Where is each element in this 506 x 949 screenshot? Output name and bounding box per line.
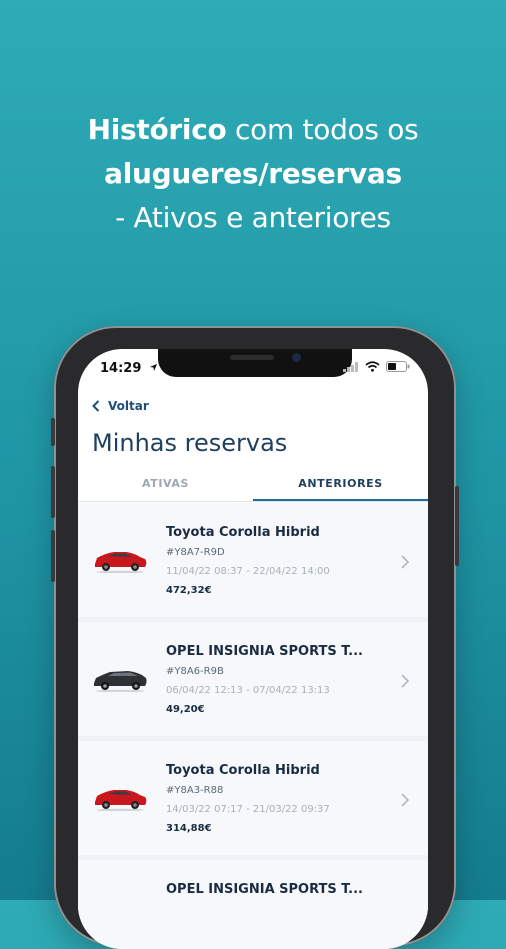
tab-divider bbox=[78, 501, 428, 502]
headline-text-3: - Ativos e anteriores bbox=[115, 201, 391, 234]
car-model: Toyota Corolla Hibrid bbox=[166, 763, 320, 778]
headline-bold-2: alugueres/reservas bbox=[104, 157, 402, 190]
car-model: OPEL INSIGNIA SPORTS T... bbox=[166, 644, 363, 659]
headline: Histórico com todos os alugueres/reserva… bbox=[0, 108, 506, 240]
phone-screen: 14:29 Voltar Minhas reservas ATIVAS ANTE… bbox=[78, 349, 428, 949]
wifi-icon bbox=[365, 361, 380, 372]
status-time-text: 14:29 bbox=[100, 361, 142, 376]
reservation-dates: 14/03/22 07:17 - 21/03/22 09:37 bbox=[166, 804, 330, 815]
chevron-left-icon bbox=[92, 400, 100, 412]
car-thumbnail-icon bbox=[95, 790, 147, 811]
reservation-card[interactable]: Toyota Corolla Hibrid #Y8A7-R9D 11/04/22… bbox=[78, 503, 428, 617]
reservation-code: #Y8A6-R9B bbox=[166, 666, 224, 677]
car-model: Toyota Corolla Hibrid bbox=[166, 525, 320, 540]
tab-bar: ATIVAS ANTERIORES bbox=[78, 469, 428, 501]
reservation-dates: 06/04/22 12:13 - 07/04/22 13:13 bbox=[166, 685, 330, 696]
chevron-right-icon bbox=[401, 793, 410, 807]
tab-anteriores[interactable]: ANTERIORES bbox=[253, 469, 428, 501]
status-time: 14:29 bbox=[100, 361, 158, 376]
location-arrow-icon bbox=[149, 363, 158, 372]
chevron-right-icon bbox=[401, 674, 410, 688]
page-title: Minhas reservas bbox=[92, 429, 288, 457]
signal-icon bbox=[343, 361, 358, 372]
headline-bold-1: Histórico bbox=[87, 113, 227, 146]
reservation-card[interactable]: OPEL INSIGNIA SPORTS T... bbox=[78, 860, 428, 949]
reservation-price: 49,20€ bbox=[166, 704, 205, 715]
car-thumbnail-icon bbox=[94, 671, 147, 692]
car-model: OPEL INSIGNIA SPORTS T... bbox=[166, 882, 363, 897]
tab-ativas[interactable]: ATIVAS bbox=[78, 469, 253, 501]
volume-down-button bbox=[51, 530, 55, 582]
reservation-code: #Y8A7-R9D bbox=[166, 547, 225, 558]
reservation-code: #Y8A3-R88 bbox=[166, 785, 224, 796]
speaker bbox=[230, 355, 274, 360]
car-thumbnail-icon bbox=[95, 552, 147, 573]
back-button[interactable]: Voltar bbox=[92, 399, 149, 413]
reservation-card[interactable]: OPEL INSIGNIA SPORTS T... #Y8A6-R9B 06/0… bbox=[78, 622, 428, 736]
reservations-list[interactable]: Toyota Corolla Hibrid #Y8A7-R9D 11/04/22… bbox=[78, 503, 428, 949]
reservation-price: 314,88€ bbox=[166, 823, 212, 834]
back-label: Voltar bbox=[108, 399, 149, 413]
reservation-card[interactable]: Toyota Corolla Hibrid #Y8A3-R88 14/03/22… bbox=[78, 741, 428, 855]
status-icons bbox=[343, 361, 410, 372]
reservation-price: 472,32€ bbox=[166, 585, 212, 596]
reservation-dates: 11/04/22 08:37 - 22/04/22 14:00 bbox=[166, 566, 330, 577]
chevron-right-icon bbox=[401, 555, 410, 569]
mute-switch bbox=[51, 418, 55, 446]
headline-text-1: com todos os bbox=[226, 113, 419, 146]
front-camera bbox=[292, 353, 301, 362]
power-button bbox=[455, 486, 459, 566]
volume-up-button bbox=[51, 466, 55, 518]
battery-icon bbox=[386, 361, 410, 372]
notch bbox=[158, 349, 352, 377]
